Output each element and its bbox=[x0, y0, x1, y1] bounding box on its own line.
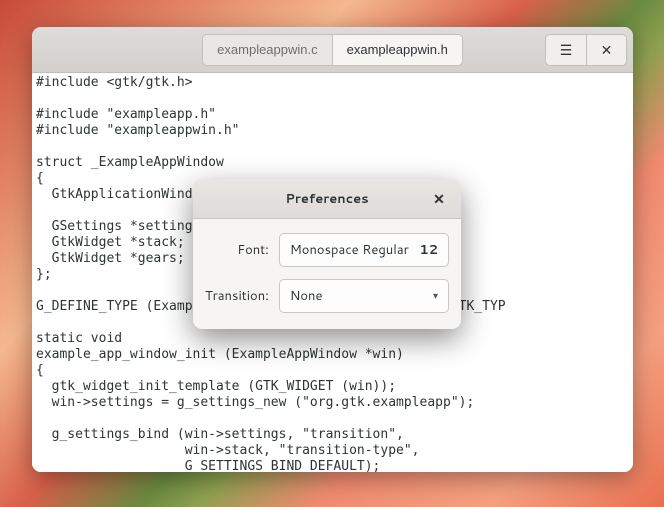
font-button[interactable]: Monospace Regular 12 bbox=[279, 233, 449, 267]
close-icon: ✕ bbox=[601, 40, 613, 60]
menu-button[interactable]: ☰ bbox=[546, 35, 586, 65]
dialog-body: Font: Monospace Regular 12 Transition: N… bbox=[193, 219, 461, 329]
close-icon: ✕ bbox=[433, 189, 445, 209]
dialog-close-button[interactable]: ✕ bbox=[425, 185, 453, 213]
headerbar-controls: ☰ ✕ bbox=[545, 34, 627, 66]
window-close-button[interactable]: ✕ bbox=[586, 35, 626, 65]
chevron-down-icon: ▾ bbox=[433, 289, 438, 303]
font-size: 12 bbox=[419, 241, 438, 259]
transition-label: Transition: bbox=[205, 287, 269, 305]
tab-exampleappwin-h[interactable]: exampleappwin.h bbox=[332, 35, 462, 65]
dialog-title: Preferences bbox=[285, 190, 368, 208]
preferences-dialog: Preferences ✕ Font: Monospace Regular 12… bbox=[193, 179, 461, 329]
font-name: Monospace Regular bbox=[290, 241, 409, 259]
transition-combo[interactable]: None ▾ bbox=[279, 279, 449, 313]
tab-switcher: exampleappwin.c exampleappwin.h bbox=[202, 34, 463, 66]
hamburger-icon: ☰ bbox=[560, 40, 573, 60]
transition-value: None bbox=[290, 287, 323, 305]
dialog-header: Preferences ✕ bbox=[193, 179, 461, 219]
font-label: Font: bbox=[205, 241, 269, 259]
headerbar: exampleappwin.c exampleappwin.h ☰ ✕ bbox=[32, 27, 633, 73]
tab-exampleappwin-c[interactable]: exampleappwin.c bbox=[203, 35, 331, 65]
